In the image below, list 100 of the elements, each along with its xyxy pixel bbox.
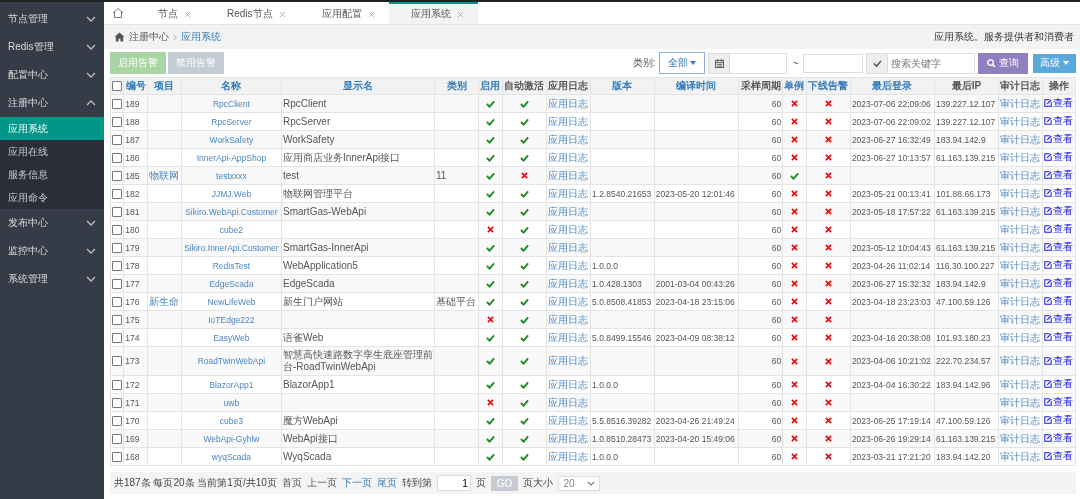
edit-icon bbox=[1044, 380, 1053, 388]
table-cell: 2023-04-06 10:21:02 bbox=[851, 356, 931, 366]
table-cell: 2023-07-06 22:09:06 bbox=[851, 98, 931, 109]
menu-item[interactable]: 节点管理 bbox=[0, 5, 104, 33]
name-link[interactable]: cube2 bbox=[219, 224, 243, 235]
date-field[interactable] bbox=[729, 52, 788, 74]
checkbox[interactable] bbox=[112, 379, 122, 390]
checkbox[interactable] bbox=[112, 206, 122, 217]
advanced-dropdown[interactable]: 高级 bbox=[1033, 53, 1076, 73]
column-header[interactable]: 编号 bbox=[123, 77, 148, 95]
column-header[interactable]: 类别 bbox=[434, 77, 479, 95]
column-header[interactable]: 启用 bbox=[478, 77, 503, 95]
column-header[interactable]: 审计日志 bbox=[998, 77, 1043, 95]
edit-icon bbox=[1044, 398, 1053, 406]
tab[interactable]: 应用系统 bbox=[388, 2, 478, 24]
submenu-item[interactable]: 应用命令 bbox=[0, 186, 104, 209]
column-header[interactable]: 最后登录 bbox=[850, 77, 935, 95]
checkbox[interactable] bbox=[112, 152, 122, 163]
column-header[interactable]: 应用日志 bbox=[546, 77, 591, 95]
page-size-dropdown[interactable]: 20 bbox=[558, 475, 600, 491]
chevron-icon bbox=[86, 276, 96, 282]
category-dropdown[interactable]: 全部 bbox=[658, 52, 706, 74]
table-cell: 2023-05-20 12:01:46 bbox=[655, 188, 735, 199]
name-link[interactable]: uwb bbox=[223, 397, 240, 408]
search-field[interactable]: 搜索关键字 bbox=[887, 52, 976, 74]
checkbox[interactable] bbox=[112, 134, 122, 145]
page-link[interactable]: 尾页 bbox=[376, 476, 397, 490]
menu-item[interactable]: 系统管理 bbox=[0, 265, 104, 293]
checkbox[interactable] bbox=[112, 81, 123, 92]
table-cell: 47.100.59.126 bbox=[936, 296, 991, 307]
column-header[interactable]: 自动激活 bbox=[502, 77, 547, 95]
page-link[interactable]: 下一页 bbox=[341, 476, 372, 490]
checkbox[interactable] bbox=[112, 314, 122, 325]
menu-item[interactable]: 监控中心 bbox=[0, 237, 104, 265]
checkbox[interactable] bbox=[112, 242, 122, 253]
menu-item[interactable]: 发布中心 bbox=[0, 209, 104, 237]
table-cell: 222.70.234.57 bbox=[936, 356, 991, 366]
column-header[interactable]: 显示名 bbox=[281, 77, 435, 95]
page-input[interactable]: 1 bbox=[436, 475, 471, 491]
menu-item[interactable]: 注册中心 bbox=[0, 89, 104, 117]
name-link[interactable]: cube3 bbox=[219, 415, 243, 426]
checkbox[interactable] bbox=[112, 356, 122, 367]
edit-icon bbox=[1044, 356, 1053, 365]
search-button[interactable]: 查询 bbox=[978, 52, 1029, 74]
submenu-item[interactable]: 服务信息 bbox=[0, 163, 104, 186]
checkbox[interactable] bbox=[112, 332, 122, 343]
table-cell: 60 bbox=[771, 278, 782, 289]
submenu-item[interactable]: 应用在线 bbox=[0, 140, 104, 163]
column-header[interactable]: 采样周期 bbox=[738, 77, 783, 95]
submenu-item[interactable]: 应用系统 bbox=[0, 117, 104, 140]
column-header[interactable]: 项目 bbox=[147, 77, 182, 95]
chevron-icon bbox=[86, 220, 96, 226]
tab[interactable]: Redis节点 bbox=[205, 2, 300, 24]
column-header[interactable]: 名称 bbox=[181, 77, 282, 95]
table-cell: 174 bbox=[123, 328, 148, 347]
checkbox[interactable] bbox=[112, 433, 122, 444]
column-header[interactable]: 操作 bbox=[1042, 77, 1076, 95]
name-link[interactable]: testxxxx bbox=[216, 170, 247, 181]
table-cell: 2023-05-12 10:04:43 bbox=[851, 242, 931, 253]
table-cell: 5.5.8516.39282 bbox=[592, 415, 652, 426]
column-header[interactable]: 版本 bbox=[590, 77, 655, 95]
checkbox[interactable] bbox=[112, 98, 122, 109]
tab[interactable]: 节点 bbox=[136, 2, 205, 24]
table-cell: 1.0.0.0 bbox=[592, 260, 619, 271]
checkbox[interactable] bbox=[112, 224, 122, 235]
checkbox[interactable] bbox=[112, 415, 122, 426]
checkbox[interactable] bbox=[112, 260, 122, 271]
edit-icon bbox=[1044, 416, 1053, 424]
table-cell: 61.163.139.215 bbox=[936, 433, 996, 444]
table-cell: 47.100.59.126 bbox=[936, 415, 991, 426]
date-field[interactable] bbox=[803, 53, 864, 73]
edit-icon bbox=[1044, 333, 1053, 341]
checkbox[interactable] bbox=[112, 451, 122, 462]
tab[interactable]: 应用配置 bbox=[299, 2, 389, 24]
table-cell: 新生门户网站 bbox=[282, 295, 343, 307]
menu-item[interactable]: Redis管理 bbox=[0, 33, 104, 61]
checkbox[interactable] bbox=[112, 170, 122, 181]
range-separator: ~ bbox=[792, 57, 799, 69]
breadcrumb-link[interactable]: 注册中心 bbox=[129, 30, 169, 44]
checkbox[interactable] bbox=[112, 116, 122, 127]
edit-icon bbox=[1044, 153, 1053, 161]
home-icon[interactable] bbox=[112, 7, 124, 19]
calendar-button[interactable] bbox=[708, 52, 730, 74]
checkbox[interactable] bbox=[112, 188, 122, 199]
checkbox[interactable] bbox=[112, 397, 122, 408]
menu-item[interactable]: 配置中心 bbox=[0, 61, 104, 89]
column-header[interactable]: 编译时间 bbox=[654, 77, 739, 95]
table-cell: 60 bbox=[771, 296, 782, 307]
check-button[interactable] bbox=[866, 52, 888, 74]
breadcrumb-link[interactable]: 应用系统 bbox=[181, 30, 221, 44]
column-header[interactable]: 最后IP bbox=[934, 77, 999, 95]
column-header[interactable]: 单例 bbox=[782, 77, 807, 95]
checkbox[interactable] bbox=[112, 296, 122, 307]
table-cell: 61.163.139.215 bbox=[936, 152, 996, 163]
chevron-icon bbox=[86, 44, 96, 50]
table-cell: 基础平台 bbox=[435, 295, 476, 307]
category-label: 类别: bbox=[632, 56, 656, 70]
table-cell: 物联网管理平台 bbox=[282, 187, 353, 199]
checkbox[interactable] bbox=[112, 278, 122, 289]
column-header[interactable]: 下线告警 bbox=[806, 77, 851, 95]
